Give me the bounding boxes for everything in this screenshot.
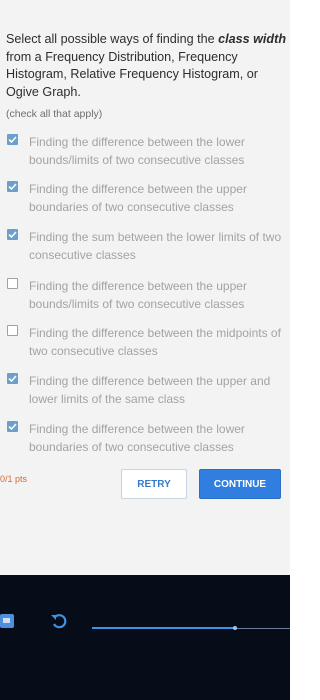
option-label: Finding the difference between the upper… bbox=[29, 279, 247, 311]
question-card: Select all possible ways of finding the … bbox=[0, 0, 290, 575]
checkmark-icon bbox=[8, 375, 17, 383]
question-emphasis: class width bbox=[218, 32, 287, 46]
checkmark-icon bbox=[8, 136, 17, 144]
continue-button[interactable]: CONTINUE bbox=[199, 469, 281, 499]
checkbox-checked[interactable] bbox=[7, 134, 18, 145]
option-2[interactable]: Finding the difference between the upper… bbox=[7, 180, 287, 220]
question-text: Select all possible ways of finding the … bbox=[6, 31, 288, 101]
progress-slider[interactable] bbox=[92, 624, 290, 634]
option-5[interactable]: Finding the difference between the midpo… bbox=[7, 324, 287, 364]
option-3[interactable]: Finding the sum between the lower limits… bbox=[7, 228, 287, 268]
option-label: Finding the difference between the lower… bbox=[29, 135, 245, 167]
option-4[interactable]: Finding the difference between the upper… bbox=[7, 277, 287, 317]
checkbox-unchecked[interactable] bbox=[7, 278, 18, 289]
question-suffix: from a Frequency Distribution, Frequency… bbox=[6, 49, 258, 99]
option-7[interactable]: Finding the difference between the lower… bbox=[7, 420, 287, 460]
checkbox-checked[interactable] bbox=[7, 181, 18, 192]
checkmark-icon bbox=[8, 183, 17, 191]
slider-thumb[interactable] bbox=[232, 626, 237, 630]
bottom-toolbar bbox=[0, 575, 290, 700]
checkbox-checked[interactable] bbox=[7, 373, 18, 384]
calculator-icon[interactable] bbox=[0, 614, 14, 628]
option-1[interactable]: Finding the difference between the lower… bbox=[7, 133, 287, 173]
undo-icon[interactable] bbox=[49, 611, 69, 631]
question-prefix: Select all possible ways of finding the bbox=[6, 32, 219, 46]
option-label: Finding the difference between the lower… bbox=[29, 422, 245, 454]
option-label: Finding the difference between the upper… bbox=[29, 182, 247, 214]
option-label: Finding the sum between the lower limits… bbox=[29, 230, 282, 262]
checkbox-checked[interactable] bbox=[7, 421, 18, 432]
checkmark-icon bbox=[8, 423, 17, 431]
checkbox-unchecked[interactable] bbox=[7, 325, 18, 336]
option-6[interactable]: Finding the difference between the upper… bbox=[7, 372, 287, 412]
checkmark-icon bbox=[8, 231, 17, 239]
slider-fill bbox=[92, 627, 235, 629]
question-hint: (check all that apply) bbox=[6, 108, 103, 120]
option-label: Finding the difference between the midpo… bbox=[29, 326, 281, 358]
option-label: Finding the difference between the upper… bbox=[29, 374, 271, 406]
score-label: 0/1 pts bbox=[0, 474, 28, 484]
checkbox-checked[interactable] bbox=[7, 229, 18, 240]
retry-button[interactable]: RETRY bbox=[121, 469, 187, 499]
